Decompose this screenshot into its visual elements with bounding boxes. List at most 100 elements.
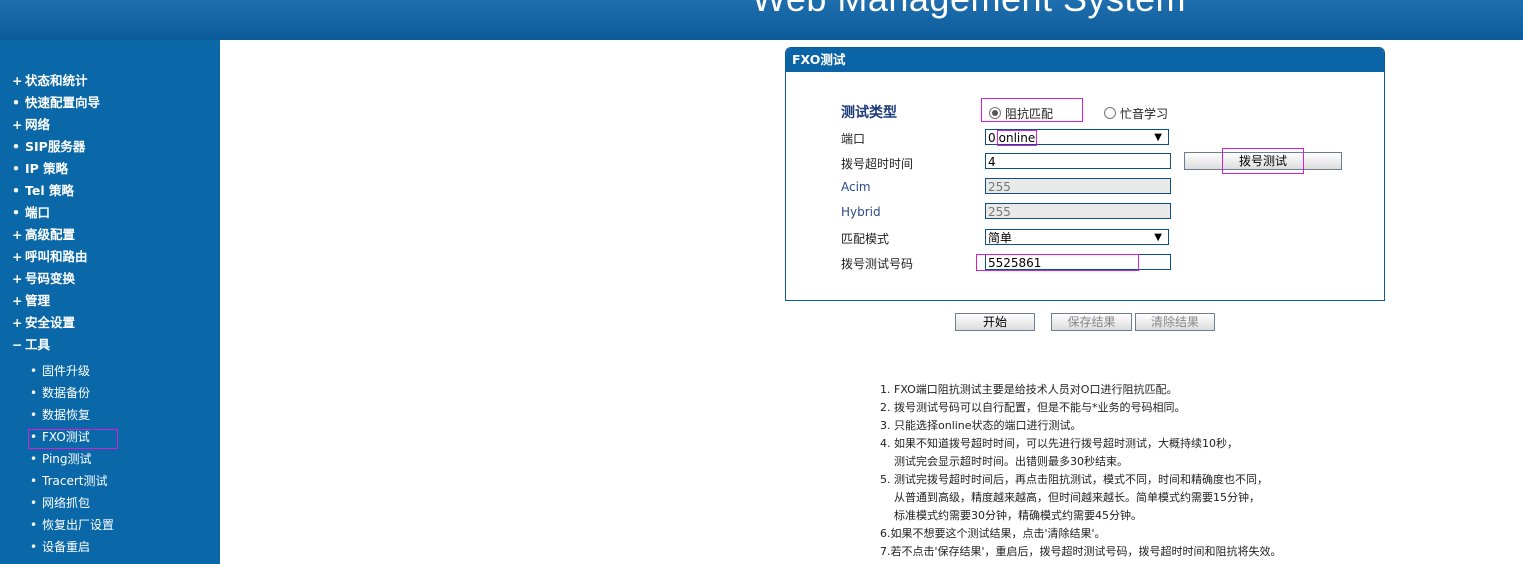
sidebar-item-label: 状态和统计 — [25, 73, 88, 88]
sidebar-item-management[interactable]: + 管理 — [0, 290, 220, 312]
panel-title: FXO测试 — [786, 48, 1384, 72]
note-line: 3. 只能选择online状态的端口进行测试。 — [880, 419, 1082, 432]
expand-icon: + — [12, 249, 23, 264]
expand-icon: + — [12, 293, 23, 308]
note-line: 从普通到高级，精度越来越高，但时间越来越长。简单模式约需要15分钟， — [880, 491, 1260, 504]
fxo-test-panel: FXO测试 测试类型 阻抗匹配 忙音学习 端口 0 online ▼ 拨号超时时间 … — [785, 47, 1385, 301]
bullet-icon: • — [30, 364, 38, 378]
sidebar-subitem-restore[interactable]: • 数据恢复 — [0, 404, 220, 426]
sidebar-item-label: SIP服务器 — [25, 139, 86, 154]
expand-icon: + — [12, 73, 23, 88]
collapse-icon: − — [12, 337, 23, 352]
sidebar-item-tools[interactable]: − 工具 — [0, 334, 220, 356]
sidebar-subitem-tracert[interactable]: • Tracert测试 — [0, 470, 220, 492]
sidebar-item-label: 固件升级 — [42, 364, 91, 378]
bullet-icon: • — [30, 540, 38, 554]
sidebar-item-label: 安全设置 — [25, 315, 76, 330]
instructions-list: 1. FXO端口阻抗测试主要是给技术人员对O口进行阻抗匹配。 2. 拨号测试号码… — [880, 381, 1282, 561]
port-select[interactable]: 0 online ▼ — [985, 129, 1169, 146]
sidebar-item-label: 高级配置 — [25, 227, 76, 242]
sidebar-item-label: IP 策略 — [25, 161, 69, 176]
sidebar-item-call-routing[interactable]: + 呼叫和路由 — [0, 246, 220, 268]
radio-label: 忙音学习 — [1120, 107, 1169, 121]
bullet-icon: • — [12, 139, 20, 154]
radio-highlight — [981, 98, 1083, 122]
acim-label: Acim — [841, 180, 871, 194]
dial-test-highlight — [1222, 148, 1304, 174]
tools-submenu: • 固件升级 • 数据备份 • 数据恢复 • FXO测试 • Ping测试 • Tracer… — [0, 360, 220, 558]
note-line: 2. 拨号测试号码可以自行配置，但是不能与*业务的号码相同。 — [880, 401, 1186, 414]
dial-number-highlight — [976, 254, 1139, 271]
match-mode-select[interactable]: 简单 ▼ — [985, 229, 1169, 245]
sidebar-subitem-firmware[interactable]: • 固件升级 — [0, 360, 220, 382]
select-value: 简单 — [988, 231, 1013, 245]
sidebar-item-label: 设备重启 — [42, 540, 91, 554]
bullet-icon: • — [30, 496, 38, 510]
timeout-label: 拨号超时时间 — [841, 157, 914, 171]
bullet-icon: • — [30, 474, 38, 488]
sidebar-item-label: 端口 — [25, 205, 51, 220]
expand-icon: + — [12, 271, 23, 286]
test-type-label: 测试类型 — [841, 105, 897, 121]
bullet-icon: • — [30, 452, 38, 466]
port-label: 端口 — [841, 132, 866, 146]
bullet-icon: • — [30, 386, 38, 400]
note-line: 4. 如果不知道拨号超时时间，可以先进行拨号超时测试，大概持续10秒， — [880, 437, 1238, 450]
hybrid-label: Hybrid — [841, 205, 881, 219]
port-status: online — [996, 130, 1038, 146]
note-line: 1. FXO端口阻抗测试主要是给技术人员对O口进行阻抗匹配。 — [880, 383, 1178, 396]
note-line: 7.若不点击'保存结果'，重启后，拨号超时测试号码，拨号超时时间和阻抗将失效。 — [880, 545, 1282, 558]
match-mode-label: 匹配模式 — [841, 232, 890, 246]
note-line: 5. 测试完拨号超时时间后，再点击阻抗测试，模式不同，时间和精确度也不同， — [880, 473, 1268, 486]
sidebar-item-port[interactable]: • 端口 — [0, 202, 220, 224]
expand-icon: + — [12, 227, 23, 242]
sidebar-item-label: 管理 — [25, 293, 51, 308]
note-line: 测试完会显示超时时间。出错则最多30秒结束。 — [880, 455, 1128, 468]
port-number: 0 — [988, 131, 996, 145]
expand-icon: + — [12, 117, 23, 132]
sidebar-item-label: 快速配置向导 — [25, 95, 101, 110]
clear-results-button[interactable]: 清除结果 — [1135, 313, 1215, 331]
active-item-highlight — [28, 429, 118, 449]
sidebar-item-advanced[interactable]: + 高级配置 — [0, 224, 220, 246]
sidebar-subitem-ping[interactable]: • Ping测试 — [0, 448, 220, 470]
sidebar-subitem-backup[interactable]: • 数据备份 — [0, 382, 220, 404]
dropdown-arrow-icon: ▼ — [1154, 232, 1162, 243]
bullet-icon: • — [12, 183, 20, 198]
sidebar-item-label: Tracert测试 — [42, 474, 108, 488]
sidebar-item-label: Tel 策略 — [25, 183, 74, 198]
save-results-button[interactable]: 保存结果 — [1051, 313, 1132, 331]
acim-input: 255 — [985, 178, 1171, 194]
sidebar-item-label: 恢复出厂设置 — [42, 518, 115, 532]
sidebar-item-label: 数据恢复 — [42, 408, 91, 422]
bullet-icon: • — [30, 408, 38, 422]
timeout-input[interactable]: 4 — [985, 153, 1171, 169]
hybrid-input: 255 — [985, 203, 1171, 219]
header-banner: Web Management System — [0, 0, 1523, 40]
dial-number-label: 拨号测试号码 — [841, 257, 914, 271]
bullet-icon: • — [12, 95, 20, 110]
sidebar-item-sip-server[interactable]: • SIP服务器 — [0, 136, 220, 158]
bullet-icon: • — [12, 205, 20, 220]
content-corner — [220, 40, 280, 80]
sidebar-item-ip-policy[interactable]: • IP 策略 — [0, 158, 220, 180]
sidebar-item-network[interactable]: + 网络 — [0, 114, 220, 136]
sidebar-item-status[interactable]: + 状态和统计 — [0, 70, 220, 92]
start-button[interactable]: 开始 — [955, 313, 1035, 331]
sidebar-item-label: 网络抓包 — [42, 496, 91, 510]
radio-busy-tone-learn[interactable]: 忙音学习 — [1104, 105, 1168, 122]
sidebar-item-number-transform[interactable]: + 号码变换 — [0, 268, 220, 290]
sidebar-item-label: 网络 — [25, 117, 51, 132]
sidebar-item-security[interactable]: + 安全设置 — [0, 312, 220, 334]
note-line: 标准模式约需要30分钟，精确模式约需要45分钟。 — [880, 509, 1142, 522]
sidebar-item-label: 号码变换 — [25, 271, 76, 286]
sidebar-item-label: 数据备份 — [42, 386, 91, 400]
radio-unselected-icon — [1104, 107, 1116, 119]
sidebar-item-label: Ping测试 — [42, 452, 92, 466]
sidebar-subitem-capture[interactable]: • 网络抓包 — [0, 492, 220, 514]
sidebar-item-tel-policy[interactable]: • Tel 策略 — [0, 180, 220, 202]
sidebar-item-quick-wizard[interactable]: • 快速配置向导 — [0, 92, 220, 114]
sidebar-subitem-reboot[interactable]: • 设备重启 — [0, 536, 220, 558]
sidebar-subitem-factory-reset[interactable]: • 恢复出厂设置 — [0, 514, 220, 536]
sidebar-item-label: 呼叫和路由 — [25, 249, 88, 264]
